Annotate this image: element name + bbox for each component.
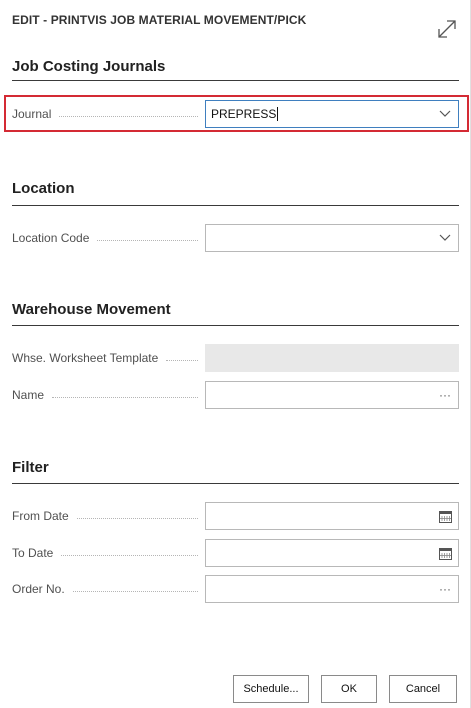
- edit-dialog: EDIT - PRINTVIS JOB MATERIAL MOVEMENT/PI…: [0, 0, 471, 708]
- ok-button[interactable]: OK: [321, 675, 377, 703]
- location-code-label-text: Location Code: [12, 231, 90, 245]
- journal-row: Journal PREPRESS: [12, 100, 459, 128]
- section-title-warehouse: Warehouse Movement: [12, 301, 171, 318]
- label-leader-dots: [61, 554, 198, 556]
- location-code-row: Location Code: [12, 224, 459, 252]
- journal-value: PREPRESS: [211, 107, 432, 122]
- order-no-row: Order No. ···: [12, 575, 459, 603]
- section-title-job-costing: Job Costing Journals: [12, 58, 166, 75]
- worksheet-template-row: Whse. Worksheet Template: [12, 344, 459, 372]
- label-leader-dots: [72, 590, 198, 592]
- name-input[interactable]: ···: [205, 381, 459, 409]
- from-date-label-text: From Date: [12, 509, 69, 523]
- name-label: Name: [12, 381, 204, 409]
- expand-icon[interactable]: [436, 18, 458, 40]
- section-divider: [12, 483, 459, 484]
- ellipsis-icon[interactable]: ···: [432, 576, 458, 602]
- chevron-down-icon[interactable]: [432, 101, 458, 127]
- to-date-row: To Date: [12, 539, 459, 567]
- section-title-location: Location: [12, 180, 75, 197]
- calendar-icon[interactable]: [432, 503, 458, 529]
- from-date-input[interactable]: [205, 502, 459, 530]
- label-leader-dots: [76, 517, 198, 519]
- to-date-label-text: To Date: [12, 546, 54, 560]
- label-leader-dots: [97, 239, 198, 241]
- order-no-label-text: Order No.: [12, 582, 65, 596]
- journal-label: Journal: [12, 100, 204, 128]
- from-date-row: From Date: [12, 502, 459, 530]
- section-divider: [12, 205, 459, 206]
- calendar-icon[interactable]: [432, 540, 458, 566]
- from-date-label: From Date: [12, 502, 204, 530]
- journal-value-text: PREPRESS: [211, 106, 277, 121]
- section-divider: [12, 80, 459, 81]
- order-no-label: Order No.: [12, 575, 204, 603]
- section-divider: [12, 325, 459, 326]
- text-cursor: [277, 107, 279, 122]
- worksheet-template-label: Whse. Worksheet Template: [12, 344, 204, 372]
- to-date-input[interactable]: [205, 539, 459, 567]
- order-no-input[interactable]: ···: [205, 575, 459, 603]
- location-code-label: Location Code: [12, 224, 204, 252]
- ellipsis-icon[interactable]: ···: [432, 382, 458, 408]
- dialog-title: EDIT - PRINTVIS JOB MATERIAL MOVEMENT/PI…: [12, 13, 307, 27]
- location-code-select[interactable]: [205, 224, 459, 252]
- chevron-down-icon[interactable]: [432, 225, 458, 251]
- label-leader-dots: [52, 396, 198, 398]
- name-row: Name ···: [12, 381, 459, 409]
- worksheet-template-field: [205, 344, 459, 372]
- name-label-text: Name: [12, 388, 45, 402]
- cancel-button[interactable]: Cancel: [389, 675, 457, 703]
- schedule-button[interactable]: Schedule...: [233, 675, 309, 703]
- to-date-label: To Date: [12, 539, 204, 567]
- worksheet-template-label-text: Whse. Worksheet Template: [12, 351, 159, 365]
- label-leader-dots: [59, 115, 198, 117]
- label-leader-dots: [166, 359, 198, 361]
- section-title-filter: Filter: [12, 459, 49, 476]
- journal-label-text: Journal: [12, 107, 52, 121]
- journal-select[interactable]: PREPRESS: [205, 100, 459, 128]
